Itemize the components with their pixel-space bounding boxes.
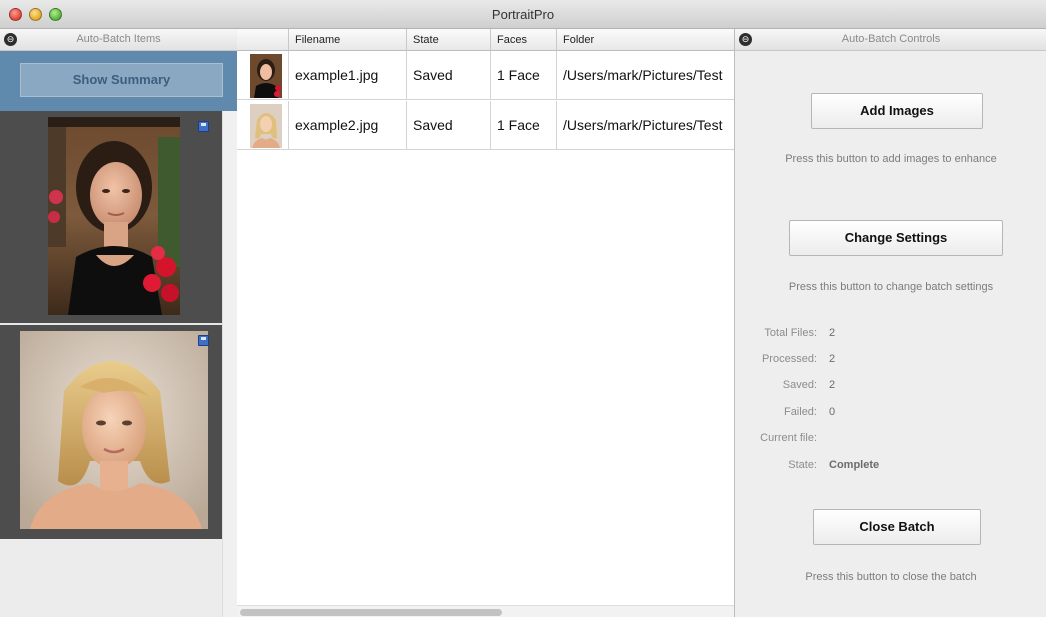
save-icon — [198, 121, 209, 132]
processed-value: 2 — [829, 353, 836, 365]
batch-item-card[interactable] — [0, 111, 222, 323]
table-row[interactable]: example2.jpg Saved 1 Face /Users/mark/Pi… — [237, 101, 734, 150]
portraitpro-window: PortraitPro ⊖ Auto-Batch Items Show Summ… — [0, 0, 1046, 617]
table-horizontal-scrollbar[interactable] — [237, 605, 734, 617]
row-thumbnail-cell — [237, 51, 289, 100]
summary-bar: Show Summary — [0, 51, 237, 111]
title-bar: PortraitPro — [0, 0, 1046, 29]
column-filename-header[interactable]: Filename — [289, 29, 407, 51]
column-folder-header[interactable]: Folder — [557, 29, 734, 51]
scrollbar-thumb[interactable] — [240, 609, 502, 616]
folder-cell: /Users/mark/Pictures/Test — [563, 117, 723, 133]
failed-value: 0 — [829, 406, 836, 418]
column-state-header[interactable]: State — [407, 29, 491, 51]
failed-label: Failed: — [783, 406, 817, 418]
batch-file-table: Filename State Faces Folder example1.jpg… — [237, 29, 734, 617]
saved-value: 2 — [829, 379, 836, 391]
add-images-hint: Press this button to add images to enhan… — [785, 153, 997, 165]
item-list-scrollbar[interactable] — [222, 111, 237, 617]
panel-detach-icon[interactable]: ⊖ — [739, 33, 752, 46]
auto-batch-controls-header: ⊖ Auto-Batch Controls — [735, 29, 1046, 51]
state-cell: Saved — [407, 101, 491, 150]
save-icon — [198, 335, 209, 346]
show-summary-button[interactable]: Show Summary — [20, 63, 223, 97]
change-settings-button[interactable]: Change Settings — [789, 220, 1003, 256]
batch-item-card[interactable] — [0, 323, 222, 539]
portrait-photo — [48, 117, 180, 315]
filename-cell: example1.jpg — [289, 51, 407, 100]
faces-cell: 1 Face — [491, 51, 557, 100]
portrait-photo — [20, 331, 208, 529]
close-batch-hint: Press this button to close the batch — [805, 571, 977, 583]
window-title: PortraitPro — [491, 7, 555, 22]
auto-batch-items-title: Auto-Batch Items — [76, 33, 161, 45]
row-thumbnail — [250, 104, 282, 148]
column-thumbnail-header[interactable] — [237, 29, 289, 51]
change-settings-hint: Press this button to change batch settin… — [788, 281, 994, 293]
batch-item-list — [0, 111, 222, 617]
auto-batch-controls-title: Auto-Batch Controls — [841, 33, 941, 45]
faces-cell: 1 Face — [491, 101, 557, 150]
row-thumbnail — [250, 54, 282, 98]
close-batch-button[interactable]: Close Batch — [813, 509, 981, 545]
saved-label: Saved: — [782, 379, 817, 391]
state-label: State: — [788, 459, 817, 471]
add-images-button[interactable]: Add Images — [811, 93, 983, 129]
state-value: Complete — [829, 459, 880, 471]
auto-batch-controls-panel: ⊖ Auto-Batch Controls Add Images Press t… — [734, 29, 1046, 617]
total-files-value: 2 — [829, 327, 836, 339]
total-files-label: Total Files: — [764, 327, 817, 339]
state-cell: Saved — [407, 51, 491, 100]
auto-batch-items-header: ⊖ Auto-Batch Items — [0, 29, 237, 51]
table-header: Filename State Faces Folder — [237, 29, 734, 51]
filename-cell: example2.jpg — [289, 101, 407, 150]
auto-batch-items-panel: ⊖ Auto-Batch Items Show Summary — [0, 29, 237, 617]
row-thumbnail-cell — [237, 101, 289, 150]
current-file-label: Current file: — [760, 432, 817, 444]
folder-cell: /Users/mark/Pictures/Test — [563, 67, 723, 83]
processed-label: Processed: — [761, 353, 817, 365]
panel-detach-icon[interactable]: ⊖ — [4, 33, 17, 46]
table-row[interactable]: example1.jpg Saved 1 Face /Users/mark/Pi… — [237, 51, 734, 100]
column-faces-header[interactable]: Faces — [491, 29, 557, 51]
